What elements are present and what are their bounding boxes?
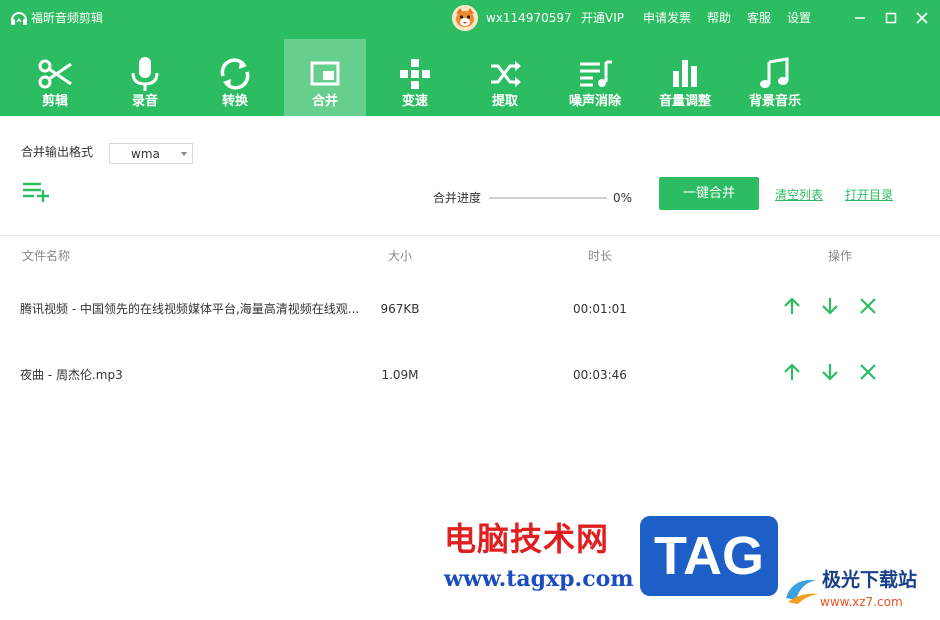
- merge-button[interactable]: 一键合并: [659, 177, 759, 210]
- headphone-logo-icon: [10, 10, 28, 26]
- tab-label: 变速: [401, 94, 428, 109]
- format-label: 合并输出格式: [21, 145, 94, 159]
- move-down-icon[interactable]: [820, 362, 840, 382]
- tab-convert[interactable]: 转换: [194, 39, 276, 116]
- file-size: 967KB: [380, 302, 420, 316]
- tab-label: 背景音乐: [748, 94, 801, 109]
- maximize-icon[interactable]: [882, 9, 900, 27]
- aurora-logo-icon: [782, 574, 820, 610]
- progress-percent: 0%: [613, 191, 633, 205]
- music-note-icon: [755, 54, 795, 94]
- app-title: 福昕音频剪辑: [31, 11, 104, 25]
- merge-icon: [305, 54, 345, 94]
- minimize-icon[interactable]: [851, 9, 869, 27]
- microphone-icon: [125, 54, 165, 94]
- column-header-actions: 操作: [828, 249, 853, 263]
- add-file-list-icon[interactable]: [22, 181, 52, 203]
- delete-icon[interactable]: [858, 296, 878, 316]
- extract-icon: [485, 54, 525, 94]
- invoice-link[interactable]: 申请发票: [643, 10, 691, 26]
- vip-link[interactable]: 开通VIP: [581, 10, 624, 26]
- service-link[interactable]: 客服: [747, 10, 771, 26]
- tab-volume[interactable]: 音量调整: [644, 39, 726, 116]
- table-row[interactable]: 夜曲 - 周杰伦.mp3 1.09M 00:03:46: [0, 345, 940, 405]
- watermark-text: 电脑技术网: [444, 520, 610, 558]
- move-up-icon[interactable]: [782, 362, 802, 382]
- denoise-icon: [575, 54, 615, 94]
- header: 福昕音频剪辑 wx114970597 开通VIP 申请发票 帮助 客服 设置 剪…: [0, 0, 940, 116]
- format-value: wma: [131, 147, 160, 161]
- help-link[interactable]: 帮助: [707, 10, 731, 26]
- chevron-down-icon: [181, 152, 187, 156]
- progress-label: 合并进度: [433, 191, 482, 205]
- tab-label: 合并: [311, 94, 338, 109]
- format-select[interactable]: wma: [109, 143, 193, 164]
- volume-bars-icon: [665, 54, 705, 94]
- tab-label: 提取: [491, 94, 518, 109]
- open-folder-link[interactable]: 打开目录: [845, 188, 893, 202]
- file-name: 腾讯视频 - 中国领先的在线视频媒体平台,海量高清视频在线观...: [20, 302, 360, 316]
- title-bar: 福昕音频剪辑 wx114970597 开通VIP 申请发票 帮助 客服 设置: [0, 0, 940, 36]
- tab-label: 噪声消除: [568, 94, 621, 109]
- scissors-icon: [35, 54, 75, 94]
- column-header-duration: 时长: [588, 249, 613, 263]
- tab-extract[interactable]: 提取: [464, 39, 546, 116]
- tab-denoise[interactable]: 噪声消除: [554, 39, 636, 116]
- tab-record[interactable]: 录音: [104, 39, 186, 116]
- tab-label: 音量调整: [658, 94, 711, 109]
- file-duration: 00:01:01: [573, 302, 627, 316]
- column-header-name: 文件名称: [22, 249, 71, 263]
- file-size: 1.09M: [381, 368, 419, 382]
- settings-link[interactable]: 设置: [787, 10, 811, 26]
- column-header-size: 大小: [388, 249, 413, 263]
- close-icon[interactable]: [913, 9, 931, 27]
- watermark-site-name: 极光下载站: [822, 569, 918, 591]
- divider: [0, 235, 940, 236]
- speed-icon: [395, 54, 435, 94]
- convert-icon: [215, 54, 255, 94]
- delete-icon[interactable]: [858, 362, 878, 382]
- watermark-tag-logo: TAG: [640, 516, 778, 596]
- watermark-url: www.tagxp.com: [444, 566, 634, 592]
- avatar[interactable]: [452, 5, 478, 31]
- tab-cut[interactable]: 剪辑: [14, 39, 96, 116]
- app-window: 福昕音频剪辑 wx114970597 开通VIP 申请发票 帮助 客服 设置 剪…: [0, 0, 940, 620]
- file-name: 夜曲 - 周杰伦.mp3: [20, 368, 123, 382]
- username[interactable]: wx114970597: [486, 10, 572, 26]
- tab-bgm[interactable]: 背景音乐: [734, 39, 816, 116]
- tab-label: 录音: [131, 94, 158, 109]
- file-duration: 00:03:46: [573, 368, 627, 382]
- clear-list-link[interactable]: 清空列表: [775, 188, 823, 202]
- tab-label: 转换: [221, 94, 248, 109]
- move-down-icon[interactable]: [820, 296, 840, 316]
- merge-progress-bar: [489, 197, 607, 199]
- watermark-site-url: www.xz7.com: [820, 595, 903, 609]
- watermark-site: 极光下载站 www.xz7.com: [782, 568, 938, 616]
- tab-merge[interactable]: 合并: [284, 39, 366, 116]
- table-row[interactable]: 腾讯视频 - 中国领先的在线视频媒体平台,海量高清视频在线观... 967KB …: [0, 279, 940, 339]
- move-up-icon[interactable]: [782, 296, 802, 316]
- tab-speed[interactable]: 变速: [374, 39, 456, 116]
- tab-label: 剪辑: [41, 94, 68, 109]
